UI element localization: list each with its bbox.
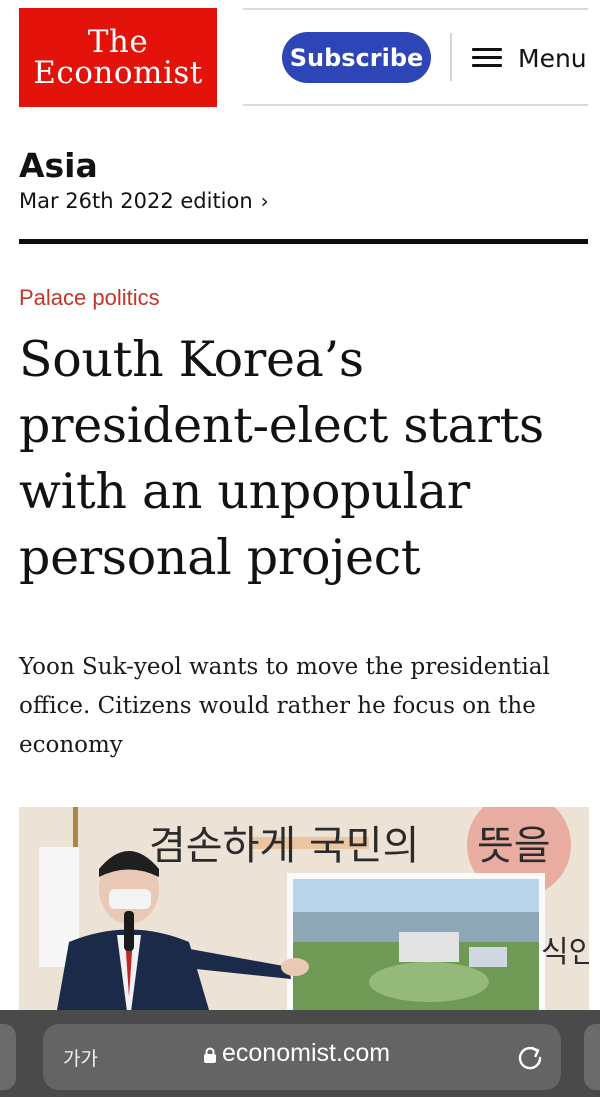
- menu-label: Menu: [518, 43, 587, 73]
- url-text: economist.com: [222, 1039, 391, 1067]
- banner-text-mid: 국민의: [309, 823, 420, 869]
- header-divider-bottom: [243, 104, 588, 106]
- header-divider-top: [243, 8, 588, 10]
- hamburger-icon: [472, 48, 502, 68]
- address-bar[interactable]: 가가 economist.com: [43, 1024, 561, 1090]
- previous-tab-edge[interactable]: [0, 1024, 16, 1090]
- header-separator: [450, 33, 452, 81]
- url-display[interactable]: economist.com: [203, 1039, 390, 1068]
- subscribe-button[interactable]: Subscribe: [282, 32, 431, 83]
- banner-text-left: 겸손하게: [149, 823, 297, 869]
- side-text: 식인: [541, 935, 589, 970]
- economist-logo[interactable]: The Economist: [19, 8, 217, 107]
- logo-line-2: Economist: [33, 54, 203, 91]
- lock-icon: [204, 1047, 216, 1063]
- article-standfirst: Yoon Suk-yeol wants to move the presiden…: [19, 654, 550, 758]
- article-kicker: Palace politics: [19, 285, 160, 310]
- banner-text-right: 뜻을: [477, 823, 551, 869]
- text-size-button[interactable]: 가가: [63, 1044, 98, 1071]
- edition-label: Mar 26th 2022 edition: [19, 189, 253, 213]
- article-headline: South Korea’s president-elect starts wit…: [19, 331, 544, 586]
- logo-line-1: The: [87, 24, 149, 61]
- section-title[interactable]: Asia: [19, 146, 98, 185]
- article-image: 겸손하게 국민의 뜻을 식인: [19, 807, 589, 1027]
- next-tab-edge[interactable]: [584, 1024, 600, 1090]
- browser-toolbar: 가가 economist.com: [0, 1010, 600, 1097]
- section-rule: [19, 239, 588, 244]
- edition-link[interactable]: Mar 26th 2022 edition ›: [19, 189, 269, 213]
- menu-button[interactable]: Menu: [472, 38, 587, 78]
- reload-icon[interactable]: [515, 1042, 545, 1072]
- chevron-right-icon: ›: [260, 189, 269, 213]
